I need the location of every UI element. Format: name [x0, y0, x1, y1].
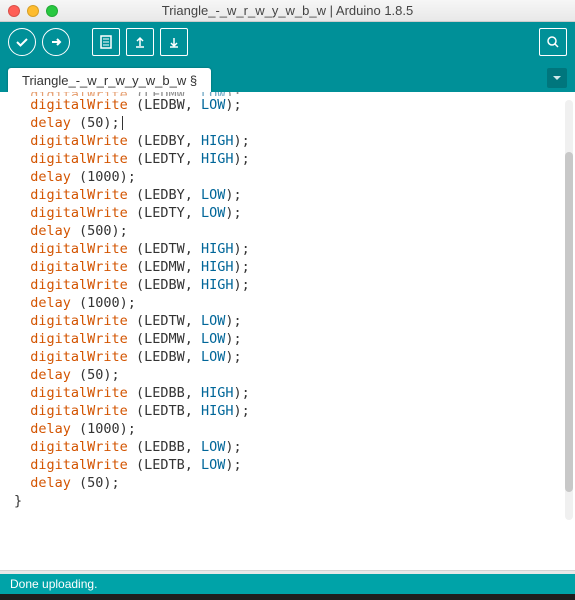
- console-area: [0, 594, 575, 600]
- code-line: digitalWrite (LEDBW, LOW);: [14, 96, 565, 114]
- code-line: digitalWrite (LEDTB, HIGH);: [14, 402, 565, 420]
- code-line: digitalWrite (LEDTW, HIGH);: [14, 240, 565, 258]
- code-line: delay (1000);: [14, 420, 565, 438]
- upload-button[interactable]: [42, 28, 70, 56]
- window-title: Triangle_-_w_r_w_y_w_b_w | Arduino 1.8.5: [0, 3, 575, 18]
- minimize-window-button[interactable]: [27, 5, 39, 17]
- code-line: digitalWrite (LEDBY, HIGH);: [14, 132, 565, 150]
- save-sketch-button[interactable]: [160, 28, 188, 56]
- code-line: digitalWrite (LEDBY, LOW);: [14, 186, 565, 204]
- code-line: digitalWrite (LEDBW, LOW);: [14, 348, 565, 366]
- tab-main[interactable]: Triangle_-_w_r_w_y_w_b_w §: [8, 68, 211, 92]
- new-sketch-button[interactable]: [92, 28, 120, 56]
- traffic-lights: [8, 5, 58, 17]
- code-line: digitalWrite (LEDTW, LOW);: [14, 312, 565, 330]
- code-line: delay (50);: [14, 366, 565, 384]
- code-line: digitalWrite (LEDBB, HIGH);: [14, 384, 565, 402]
- code-line: delay (1000);: [14, 294, 565, 312]
- code-line: delay (50);: [14, 114, 565, 132]
- code-editor[interactable]: digitalWrite (LEDMW, LOW); digitalWrite …: [0, 92, 575, 570]
- code-line: digitalWrite (LEDTY, HIGH);: [14, 150, 565, 168]
- code-line: digitalWrite (LEDMW, HIGH);: [14, 258, 565, 276]
- code-line: digitalWrite (LEDTB, LOW);: [14, 456, 565, 474]
- status-message: Done uploading.: [10, 577, 97, 591]
- code-line: digitalWrite (LEDBB, LOW);: [14, 438, 565, 456]
- code-line: }: [14, 492, 565, 510]
- zoom-window-button[interactable]: [46, 5, 58, 17]
- toolbar: [0, 22, 575, 62]
- code-line: delay (1000);: [14, 168, 565, 186]
- editor-scrollbar-thumb[interactable]: [565, 152, 573, 492]
- window-title-bar: Triangle_-_w_r_w_y_w_b_w | Arduino 1.8.5: [0, 0, 575, 22]
- code-line: digitalWrite (LEDTY, LOW);: [14, 204, 565, 222]
- tab-menu-button[interactable]: [547, 68, 567, 88]
- open-sketch-button[interactable]: [126, 28, 154, 56]
- code-line: digitalWrite (LEDBW, HIGH);: [14, 276, 565, 294]
- tab-bar: Triangle_-_w_r_w_y_w_b_w §: [0, 62, 575, 92]
- code-line: digitalWrite (LEDMW, LOW);: [14, 330, 565, 348]
- code-line: delay (50);: [14, 474, 565, 492]
- close-window-button[interactable]: [8, 5, 20, 17]
- code-line: delay (500);: [14, 222, 565, 240]
- verify-button[interactable]: [8, 28, 36, 56]
- status-bar: Done uploading.: [0, 574, 575, 594]
- code-line: digitalWrite (LEDMW, LOW);: [14, 92, 565, 96]
- serial-monitor-button[interactable]: [539, 28, 567, 56]
